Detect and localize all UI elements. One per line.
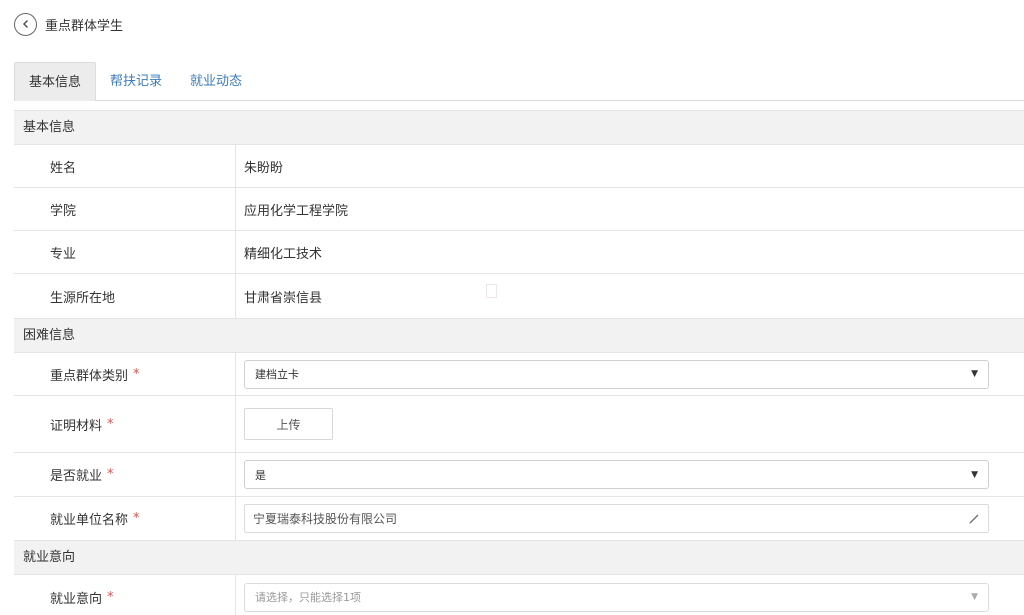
row-category: 重点群体类别 * 建档立卡 ▼ xyxy=(14,353,1024,396)
chevron-left-icon xyxy=(22,19,28,29)
employer-input[interactable]: 宁夏瑞泰科技股份有限公司 xyxy=(244,504,989,533)
intention-cell: 请选择，只能选择1项 ▼ xyxy=(236,575,1024,615)
category-select[interactable]: 建档立卡 ▼ xyxy=(244,359,989,389)
required-mark: * xyxy=(107,467,114,482)
employed-label-text: 是否就业 xyxy=(50,469,103,484)
origin-label: 生源所在地 xyxy=(14,274,236,318)
category-cell: 建档立卡 ▼ xyxy=(236,353,1024,395)
student-form: 基本信息 姓名 朱盼盼 学院 应用化学工程学院 专业 精细化工技术 生源所在地 … xyxy=(14,110,1024,615)
caret-down-icon: ▼ xyxy=(971,369,978,379)
college-label: 学院 xyxy=(14,188,236,230)
watermark xyxy=(486,284,497,298)
section-difficulty-info: 困难信息 xyxy=(14,318,1024,353)
intention-select-placeholder: 请选择，只能选择1项 xyxy=(255,591,361,604)
employed-label: 是否就业 * xyxy=(14,453,236,496)
section-basic-info: 基本信息 xyxy=(14,110,1024,145)
required-mark: * xyxy=(133,366,140,382)
pencil-icon xyxy=(969,513,979,524)
employer-label-text: 就业单位名称 xyxy=(50,513,129,528)
page-title: 重点群体学生 xyxy=(45,18,124,34)
employer-label: 就业单位名称 * xyxy=(14,497,236,540)
name-value: 朱盼盼 xyxy=(244,160,284,176)
tab-support-records[interactable]: 帮扶记录 xyxy=(96,62,176,101)
major-label: 专业 xyxy=(14,231,236,273)
employer-cell: 宁夏瑞泰科技股份有限公司 xyxy=(236,497,1024,540)
proof-label: 证明材料 * xyxy=(14,396,236,452)
section-employment-intention: 就业意向 xyxy=(14,540,1024,575)
employer-input-value: 宁夏瑞泰科技股份有限公司 xyxy=(253,512,398,526)
row-college: 学院 应用化学工程学院 xyxy=(14,188,1024,231)
name-label: 姓名 xyxy=(14,145,236,187)
row-name: 姓名 朱盼盼 xyxy=(14,145,1024,188)
category-select-value: 建档立卡 xyxy=(255,368,299,381)
caret-down-icon: ▼ xyxy=(971,469,978,480)
intention-select[interactable]: 请选择，只能选择1项 ▼ xyxy=(244,582,989,612)
employed-cell: 是 ▼ xyxy=(236,453,1024,496)
header: 重点群体学生 xyxy=(14,12,123,36)
category-label: 重点群体类别 * xyxy=(14,353,236,395)
tab-employment-updates[interactable]: 就业动态 xyxy=(176,62,256,101)
row-origin: 生源所在地 甘肃省崇信县 xyxy=(14,274,1024,318)
tab-bar: 基本信息 帮扶记录 就业动态 xyxy=(14,62,1024,101)
back-button[interactable] xyxy=(14,12,37,36)
tab-basic-info[interactable]: 基本信息 xyxy=(14,62,97,101)
required-mark: * xyxy=(133,511,140,526)
category-label-text: 重点群体类别 xyxy=(50,368,129,384)
intention-label: 就业意向 * xyxy=(14,575,236,615)
row-employed: 是否就业 * 是 ▼ xyxy=(14,453,1024,497)
origin-value: 甘肃省崇信县 xyxy=(236,274,1024,318)
intention-label-text: 就业意向 xyxy=(50,591,103,607)
row-proof: 证明材料 * 上传 xyxy=(14,396,1024,453)
row-major: 专业 精细化工技术 xyxy=(14,231,1024,274)
employed-select[interactable]: 是 ▼ xyxy=(244,460,989,489)
caret-down-icon: ▼ xyxy=(971,592,978,602)
origin-text: 甘肃省崇信县 xyxy=(244,290,323,306)
upload-button[interactable]: 上传 xyxy=(244,408,333,440)
college-value: 应用化学工程学院 xyxy=(244,203,349,219)
major-value: 精细化工技术 xyxy=(244,246,323,262)
row-employer: 就业单位名称 * 宁夏瑞泰科技股份有限公司 xyxy=(14,497,1024,540)
employed-select-value: 是 xyxy=(255,468,266,482)
required-mark: * xyxy=(107,416,114,432)
proof-label-text: 证明材料 xyxy=(50,418,103,434)
proof-cell: 上传 xyxy=(236,396,1024,452)
row-intention: 就业意向 * 请选择，只能选择1项 ▼ xyxy=(14,575,1024,615)
required-mark: * xyxy=(107,589,114,605)
